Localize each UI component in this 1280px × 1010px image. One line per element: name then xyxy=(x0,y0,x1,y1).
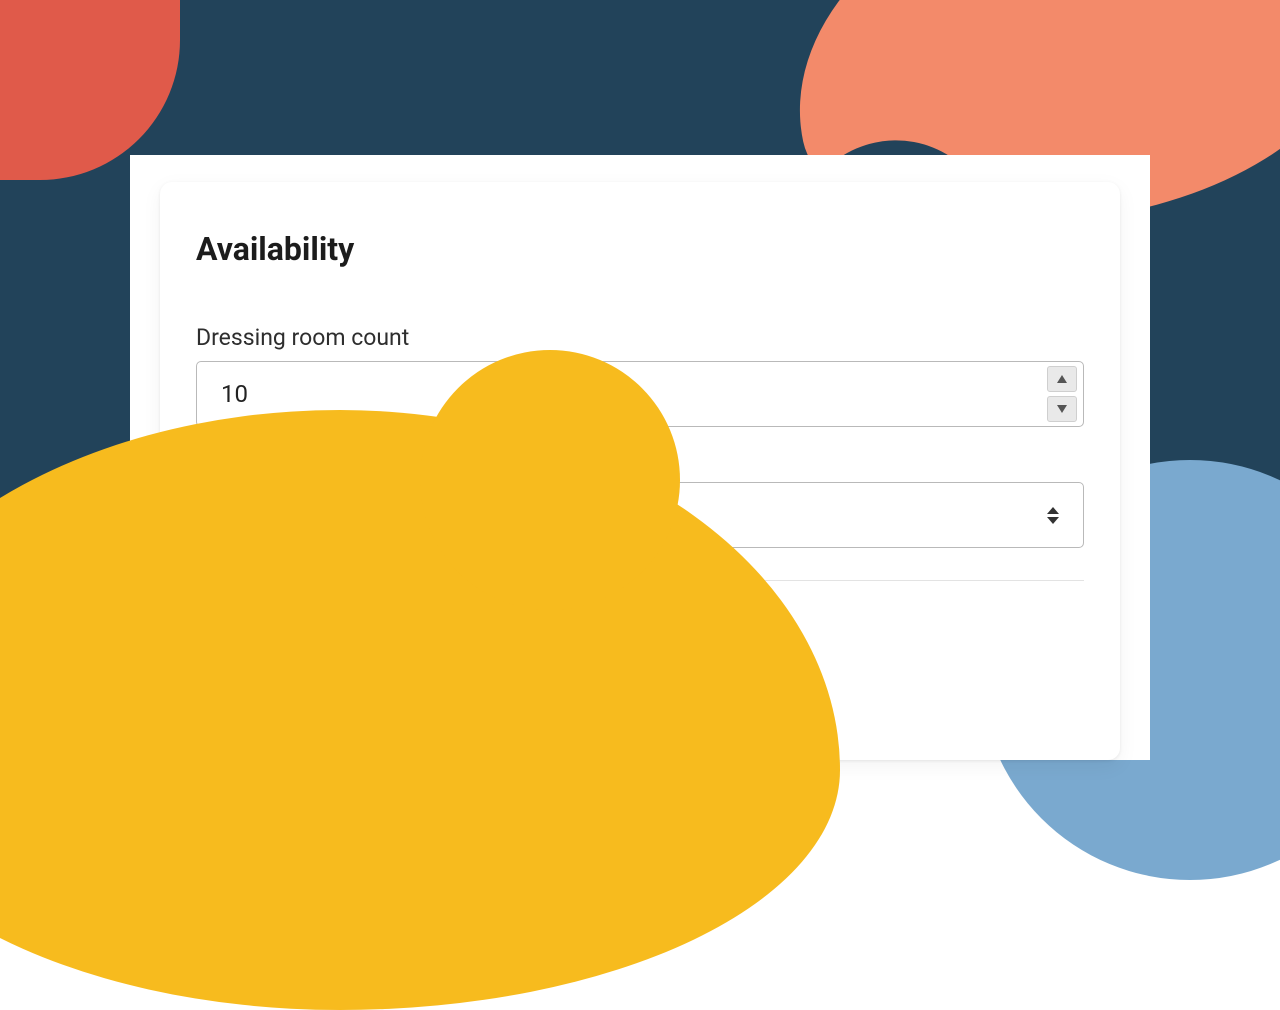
closed-label: Closed xyxy=(666,635,740,663)
number-stepper xyxy=(1047,366,1077,422)
close-time-value: PM xyxy=(506,656,539,681)
divider xyxy=(196,580,1084,581)
dressing-room-count-label: Dressing room count xyxy=(196,324,1084,351)
stepper-up-button[interactable] xyxy=(1047,366,1077,392)
clock-icon xyxy=(549,657,571,679)
close-time-input[interactable]: PM xyxy=(436,640,586,696)
close-column-label: Close xyxy=(436,605,586,632)
caret-up-icon xyxy=(1057,375,1067,383)
schedule-row: Close PM Closed xyxy=(196,605,1084,696)
select-sort-icon xyxy=(1047,505,1061,525)
availability-card: Availability Dressing room count 10 Appo… xyxy=(160,182,1120,760)
appointment-length-select[interactable]: 45 Minutes xyxy=(196,482,1084,548)
dressing-room-count-value: 10 xyxy=(221,380,1031,408)
appointment-length-value: 45 Minutes xyxy=(221,501,1031,529)
closed-toggle: Closed xyxy=(626,635,740,663)
stepper-down-button[interactable] xyxy=(1047,396,1077,422)
dressing-room-count-field: Dressing room count 10 xyxy=(196,324,1084,427)
close-time-column: Close PM xyxy=(436,605,586,696)
closed-checkbox[interactable] xyxy=(626,635,654,663)
caret-down-icon xyxy=(1057,405,1067,413)
card-title: Availability xyxy=(196,230,1084,268)
appointment-length-label: Appointment length xyxy=(196,445,1084,472)
dressing-room-count-input[interactable]: 10 xyxy=(196,361,1084,427)
appointment-length-field: Appointment length 45 Minutes xyxy=(196,445,1084,548)
